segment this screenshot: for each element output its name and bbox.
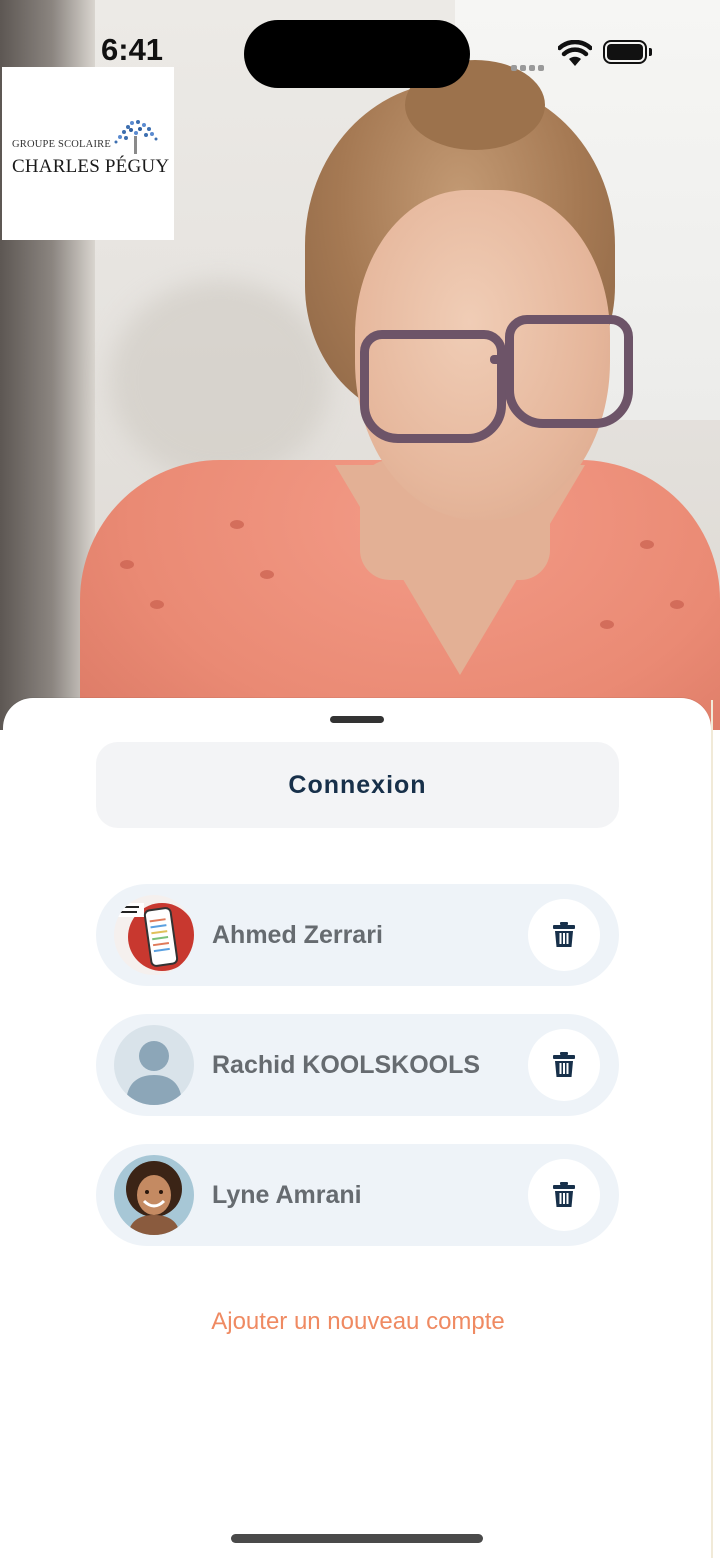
trash-icon <box>553 1052 575 1077</box>
sheet-grabber[interactable] <box>330 716 384 723</box>
connexion-label: Connexion <box>288 770 427 799</box>
tree-logo-icon <box>114 120 158 154</box>
status-time: 6:41 <box>101 32 164 67</box>
add-account-link[interactable]: Ajouter un nouveau compte <box>0 1308 716 1336</box>
account-name: Ahmed Zerrari <box>212 921 383 949</box>
account-row[interactable]: Rachid KOOLSKOOLS <box>96 1014 619 1116</box>
dynamic-island <box>244 20 470 88</box>
trash-icon <box>553 1182 575 1207</box>
shirt-eyelet <box>230 520 244 529</box>
wifi-icon <box>558 40 592 66</box>
avatar <box>114 1155 194 1235</box>
trash-icon <box>553 922 575 947</box>
connexion-button[interactable]: Connexion <box>96 742 619 828</box>
glasses-bridge <box>490 355 514 364</box>
home-indicator[interactable] <box>231 1534 483 1543</box>
account-name: Rachid KOOLSKOOLS <box>212 1051 481 1079</box>
default-user-icon <box>126 1041 182 1105</box>
account-row[interactable]: Ahmed Zerrari <box>96 884 619 986</box>
battery-tip <box>649 48 652 56</box>
account-row[interactable]: Lyne Amrani <box>96 1144 619 1246</box>
glasses-left-lens <box>360 330 506 443</box>
app-promo-thumbnail-icon <box>114 903 194 971</box>
shirt-eyelet <box>670 600 684 609</box>
delete-account-button[interactable] <box>528 1029 600 1101</box>
delete-account-button[interactable] <box>528 1159 600 1231</box>
logo-subtitle: GROUPE SCOLAIRE <box>12 139 111 150</box>
account-name: Lyne Amrani <box>212 1181 362 1209</box>
shirt-eyelet <box>600 620 614 629</box>
background-blur <box>110 280 330 480</box>
delete-account-button[interactable] <box>528 899 600 971</box>
cellular-signal-icon <box>511 58 547 76</box>
shirt-eyelet <box>150 600 164 609</box>
avatar <box>114 895 194 975</box>
battery-icon <box>603 40 647 64</box>
child-photo-icon <box>126 1161 182 1235</box>
avatar <box>114 1025 194 1105</box>
shirt-eyelet <box>640 540 654 549</box>
shirt-eyelet <box>260 570 274 579</box>
glasses-right-lens <box>505 315 633 428</box>
shirt-eyelet <box>120 560 134 569</box>
sheet-edge <box>711 700 713 1558</box>
logo-title: CHARLES PÉGUY <box>12 156 170 177</box>
